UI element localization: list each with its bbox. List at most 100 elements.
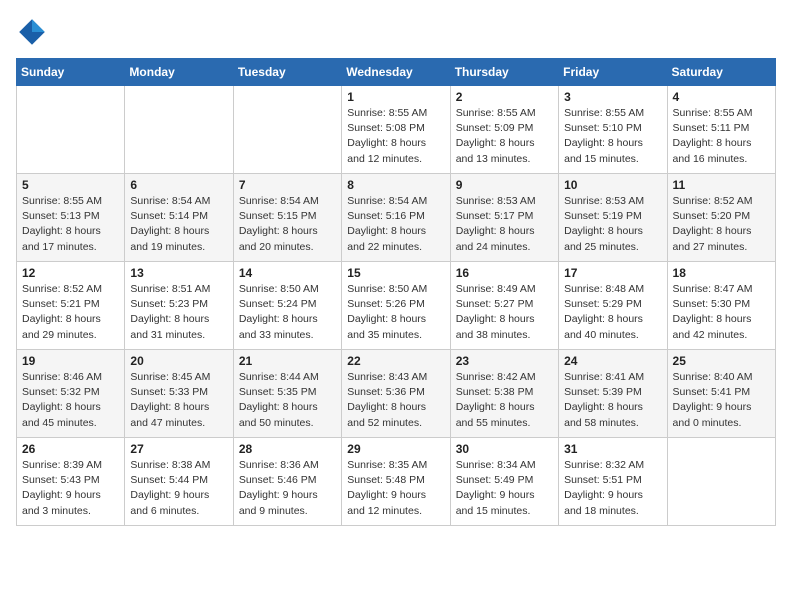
calendar-cell: 5Sunrise: 8:55 AM Sunset: 5:13 PM Daylig… bbox=[17, 174, 125, 262]
calendar-cell: 21 Sunrise: 8:44 AM Sunset: 5:35 PM Dayli… bbox=[233, 350, 341, 438]
calendar-cell: 30Sunrise: 8:34 AM Sunset: 5:49 PM Dayli… bbox=[450, 438, 558, 526]
day-info: Sunrise: 8:38 AM Sunset: 5:44 PM Dayligh… bbox=[130, 458, 227, 519]
day-info: Sunrise: 8:34 AM Sunset: 5:49 PM Dayligh… bbox=[456, 458, 553, 519]
calendar-cell: 3 Sunrise: 8:55 AM Sunset: 5:10 PM Daylig… bbox=[559, 86, 667, 174]
day-number: 13 bbox=[130, 266, 227, 280]
day-number: 11 bbox=[673, 178, 770, 192]
day-info: Sunrise: 8:50 AM Sunset: 5:26 PM Dayligh… bbox=[347, 282, 444, 343]
calendar-cell: 8 Sunrise: 8:54 AM Sunset: 5:16 PM Daylig… bbox=[342, 174, 450, 262]
weekday-header-saturday: Saturday bbox=[667, 59, 775, 86]
calendar-cell: 27Sunrise: 8:38 AM Sunset: 5:44 PM Dayli… bbox=[125, 438, 233, 526]
calendar-cell bbox=[17, 86, 125, 174]
day-info: Sunrise: 8:39 AM Sunset: 5:43 PM Dayligh… bbox=[22, 458, 119, 519]
day-number: 24 bbox=[564, 354, 661, 368]
day-info: Sunrise: 8:54 AM Sunset: 5:16 PM Dayligh… bbox=[347, 194, 444, 255]
day-number: 26 bbox=[22, 442, 119, 456]
calendar-cell: 31 Sunrise: 8:32 AM Sunset: 5:51 PM Dayli… bbox=[559, 438, 667, 526]
day-info: Sunrise: 8:36 AM Sunset: 5:46 PM Dayligh… bbox=[239, 458, 336, 519]
calendar-cell bbox=[667, 438, 775, 526]
day-number: 9 bbox=[456, 178, 553, 192]
calendar-cell: 4 Sunrise: 8:55 AM Sunset: 5:11 PM Daylig… bbox=[667, 86, 775, 174]
day-info: Sunrise: 8:54 AM Sunset: 5:14 PM Dayligh… bbox=[130, 194, 227, 255]
day-number: 17 bbox=[564, 266, 661, 280]
day-number: 19 bbox=[22, 354, 119, 368]
day-info: Sunrise: 8:42 AM Sunset: 5:38 PM Dayligh… bbox=[456, 370, 553, 431]
calendar-cell: 13Sunrise: 8:51 AM Sunset: 5:23 PM Dayli… bbox=[125, 262, 233, 350]
calendar-table: SundayMondayTuesdayWednesdayThursdayFrid… bbox=[16, 58, 776, 526]
day-number: 3 bbox=[564, 90, 661, 104]
calendar-cell: 12 Sunrise: 8:52 AM Sunset: 5:21 PM Dayli… bbox=[17, 262, 125, 350]
day-number: 6 bbox=[130, 178, 227, 192]
calendar-cell: 26 Sunrise: 8:39 AM Sunset: 5:43 PM Dayli… bbox=[17, 438, 125, 526]
calendar-cell: 14 Sunrise: 8:50 AM Sunset: 5:24 PM Dayli… bbox=[233, 262, 341, 350]
weekday-header-tuesday: Tuesday bbox=[233, 59, 341, 86]
day-info: Sunrise: 8:55 AM Sunset: 5:09 PM Dayligh… bbox=[456, 106, 553, 167]
day-info: Sunrise: 8:43 AM Sunset: 5:36 PM Dayligh… bbox=[347, 370, 444, 431]
day-info: Sunrise: 8:47 AM Sunset: 5:30 PM Dayligh… bbox=[673, 282, 770, 343]
week-row-4: 19 Sunrise: 8:46 AM Sunset: 5:32 PM Dayli… bbox=[17, 350, 776, 438]
day-number: 10 bbox=[564, 178, 661, 192]
day-number: 14 bbox=[239, 266, 336, 280]
day-info: Sunrise: 8:48 AM Sunset: 5:29 PM Dayligh… bbox=[564, 282, 661, 343]
calendar-cell: 28 Sunrise: 8:36 AM Sunset: 5:46 PM Dayli… bbox=[233, 438, 341, 526]
day-number: 7 bbox=[239, 178, 336, 192]
calendar-cell: 11 Sunrise: 8:52 AM Sunset: 5:20 PM Dayli… bbox=[667, 174, 775, 262]
day-number: 1 bbox=[347, 90, 444, 104]
day-number: 18 bbox=[673, 266, 770, 280]
day-number: 12 bbox=[22, 266, 119, 280]
logo-icon bbox=[16, 16, 48, 48]
day-info: Sunrise: 8:50 AM Sunset: 5:24 PM Dayligh… bbox=[239, 282, 336, 343]
week-row-3: 12 Sunrise: 8:52 AM Sunset: 5:21 PM Dayli… bbox=[17, 262, 776, 350]
day-info: Sunrise: 8:54 AM Sunset: 5:15 PM Dayligh… bbox=[239, 194, 336, 255]
day-info: Sunrise: 8:52 AM Sunset: 5:21 PM Dayligh… bbox=[22, 282, 119, 343]
day-number: 20 bbox=[130, 354, 227, 368]
weekday-header-monday: Monday bbox=[125, 59, 233, 86]
day-number: 31 bbox=[564, 442, 661, 456]
page-header bbox=[16, 16, 776, 48]
day-info: Sunrise: 8:40 AM Sunset: 5:41 PM Dayligh… bbox=[673, 370, 770, 431]
day-number: 29 bbox=[347, 442, 444, 456]
calendar-cell: 10 Sunrise: 8:53 AM Sunset: 5:19 PM Dayli… bbox=[559, 174, 667, 262]
weekday-header-row: SundayMondayTuesdayWednesdayThursdayFrid… bbox=[17, 59, 776, 86]
day-number: 21 bbox=[239, 354, 336, 368]
day-number: 15 bbox=[347, 266, 444, 280]
day-number: 16 bbox=[456, 266, 553, 280]
day-info: Sunrise: 8:55 AM Sunset: 5:13 PM Dayligh… bbox=[22, 194, 119, 255]
logo bbox=[16, 16, 52, 48]
calendar-cell bbox=[125, 86, 233, 174]
weekday-header-wednesday: Wednesday bbox=[342, 59, 450, 86]
day-info: Sunrise: 8:45 AM Sunset: 5:33 PM Dayligh… bbox=[130, 370, 227, 431]
week-row-1: 1 Sunrise: 8:55 AM Sunset: 5:08 PM Daylig… bbox=[17, 86, 776, 174]
day-info: Sunrise: 8:35 AM Sunset: 5:48 PM Dayligh… bbox=[347, 458, 444, 519]
day-info: Sunrise: 8:32 AM Sunset: 5:51 PM Dayligh… bbox=[564, 458, 661, 519]
day-info: Sunrise: 8:41 AM Sunset: 5:39 PM Dayligh… bbox=[564, 370, 661, 431]
day-info: Sunrise: 8:53 AM Sunset: 5:19 PM Dayligh… bbox=[564, 194, 661, 255]
day-number: 8 bbox=[347, 178, 444, 192]
calendar-cell: 2Sunrise: 8:55 AM Sunset: 5:09 PM Daylig… bbox=[450, 86, 558, 174]
day-number: 22 bbox=[347, 354, 444, 368]
weekday-header-friday: Friday bbox=[559, 59, 667, 86]
calendar-cell: 22 Sunrise: 8:43 AM Sunset: 5:36 PM Dayli… bbox=[342, 350, 450, 438]
day-info: Sunrise: 8:53 AM Sunset: 5:17 PM Dayligh… bbox=[456, 194, 553, 255]
day-info: Sunrise: 8:55 AM Sunset: 5:10 PM Dayligh… bbox=[564, 106, 661, 167]
calendar-cell: 25Sunrise: 8:40 AM Sunset: 5:41 PM Dayli… bbox=[667, 350, 775, 438]
calendar-cell: 1 Sunrise: 8:55 AM Sunset: 5:08 PM Daylig… bbox=[342, 86, 450, 174]
day-info: Sunrise: 8:44 AM Sunset: 5:35 PM Dayligh… bbox=[239, 370, 336, 431]
day-number: 4 bbox=[673, 90, 770, 104]
day-number: 28 bbox=[239, 442, 336, 456]
calendar-cell: 23 Sunrise: 8:42 AM Sunset: 5:38 PM Dayli… bbox=[450, 350, 558, 438]
day-number: 23 bbox=[456, 354, 553, 368]
day-info: Sunrise: 8:55 AM Sunset: 5:08 PM Dayligh… bbox=[347, 106, 444, 167]
day-info: Sunrise: 8:55 AM Sunset: 5:11 PM Dayligh… bbox=[673, 106, 770, 167]
calendar-cell: 9 Sunrise: 8:53 AM Sunset: 5:17 PM Daylig… bbox=[450, 174, 558, 262]
calendar-cell: 20 Sunrise: 8:45 AM Sunset: 5:33 PM Dayli… bbox=[125, 350, 233, 438]
week-row-2: 5Sunrise: 8:55 AM Sunset: 5:13 PM Daylig… bbox=[17, 174, 776, 262]
day-info: Sunrise: 8:46 AM Sunset: 5:32 PM Dayligh… bbox=[22, 370, 119, 431]
calendar-cell: 16 Sunrise: 8:49 AM Sunset: 5:27 PM Dayli… bbox=[450, 262, 558, 350]
calendar-cell bbox=[233, 86, 341, 174]
day-info: Sunrise: 8:52 AM Sunset: 5:20 PM Dayligh… bbox=[673, 194, 770, 255]
calendar-cell: 18 Sunrise: 8:47 AM Sunset: 5:30 PM Dayli… bbox=[667, 262, 775, 350]
calendar-cell: 6 Sunrise: 8:54 AM Sunset: 5:14 PM Daylig… bbox=[125, 174, 233, 262]
day-info: Sunrise: 8:49 AM Sunset: 5:27 PM Dayligh… bbox=[456, 282, 553, 343]
weekday-header-thursday: Thursday bbox=[450, 59, 558, 86]
